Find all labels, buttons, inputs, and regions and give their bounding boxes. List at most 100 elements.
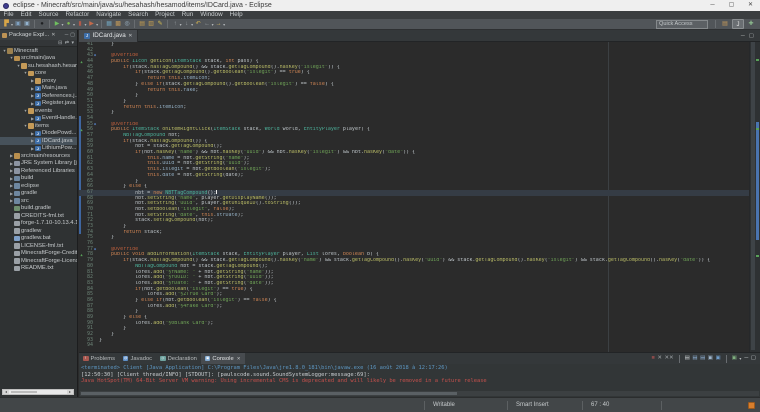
java-ee-perspective-button[interactable]: ▤ xyxy=(719,19,731,29)
tree-item[interactable]: ▶JMain.java xyxy=(0,85,77,93)
pin-console-icon[interactable]: ▣ xyxy=(708,354,713,363)
remove-launch-icon[interactable]: ✕ xyxy=(657,354,662,363)
display-selected-console-icon[interactable]: ▣ xyxy=(715,354,720,363)
debug-icon[interactable]: ● xyxy=(65,20,73,29)
tree-item[interactable]: MinecraftForge-Licens xyxy=(0,257,77,265)
new-wizard-icon[interactable]: ▛ xyxy=(3,20,11,29)
minimize-button[interactable]: ─ xyxy=(703,0,722,11)
menu-item-help[interactable]: Help xyxy=(226,11,246,19)
menu-item-file[interactable]: File xyxy=(0,11,17,19)
external-tools-icon[interactable]: ▶ xyxy=(88,20,96,29)
scroll-left-icon[interactable]: ◂ xyxy=(3,390,9,394)
menu-item-window[interactable]: Window xyxy=(197,11,226,19)
scroll-lock-icon[interactable]: ▤ xyxy=(692,354,697,363)
open-console-icon[interactable]: ▣ xyxy=(732,354,737,363)
launch-client-icon[interactable]: ● xyxy=(38,20,46,29)
export-icon[interactable]: ▥ xyxy=(147,20,155,29)
tree-item[interactable]: ▼src/main/java xyxy=(0,55,77,63)
menu-item-run[interactable]: Run xyxy=(178,11,197,19)
tree-item[interactable]: ▶build xyxy=(0,175,77,183)
collapse-all-icon[interactable]: ⊟ xyxy=(58,40,62,47)
coverage-icon[interactable]: ▮ xyxy=(76,20,84,29)
package-explorer-header[interactable]: Package Expl... ✕ ─▢ xyxy=(0,30,77,40)
tree-item[interactable]: gradlew.bat xyxy=(0,235,77,243)
code-line[interactable]: 94 xyxy=(79,343,749,349)
tree-item[interactable]: gradlew xyxy=(0,227,77,235)
remove-all-launches-icon[interactable]: ✕✕ xyxy=(664,354,673,363)
editor-vertical-scrollbar[interactable] xyxy=(749,42,760,352)
notification-icon[interactable] xyxy=(748,402,755,409)
word-wrap-icon[interactable]: ▤ xyxy=(700,354,705,363)
next-annotation-icon[interactable]: ↓ xyxy=(183,20,191,29)
tree-item[interactable]: ▶eclipse xyxy=(0,182,77,190)
menu-item-refactor[interactable]: Refactor xyxy=(62,11,93,19)
tree-item[interactable]: LICENSE-fml.txt xyxy=(0,242,77,250)
save-icon[interactable]: ▣ xyxy=(14,20,22,29)
scrollbar-thumb[interactable] xyxy=(751,42,755,350)
tree-item[interactable]: ▶gradle xyxy=(0,190,77,198)
menu-item-search[interactable]: Search xyxy=(125,11,152,19)
view-menu-icon[interactable]: ▾ xyxy=(71,40,74,47)
view-tab-console[interactable]: ▣Console✕ xyxy=(201,353,245,364)
maximize-view-icon[interactable]: ▢ xyxy=(70,32,75,38)
tree-item[interactable]: ▼events xyxy=(0,107,77,115)
scroll-right-icon[interactable]: ▸ xyxy=(67,390,73,394)
tree-item[interactable]: ▶JRE System Library [jre1 xyxy=(0,160,77,168)
minimize-view-icon[interactable]: ─ xyxy=(741,33,745,39)
tree-item[interactable]: CREDITS-fml.txt xyxy=(0,212,77,220)
tree-item[interactable]: ▶JIDCard.java xyxy=(0,137,77,145)
import-icon[interactable]: ▤ xyxy=(138,20,146,29)
console-horizontal-scrollbar[interactable] xyxy=(80,391,759,396)
tree-item[interactable]: ▶src/main/resources xyxy=(0,152,77,160)
quick-access-input[interactable]: Quick Access xyxy=(656,20,708,29)
minimize-view-icon[interactable]: ─ xyxy=(744,354,748,363)
open-type-icon[interactable]: ◎ xyxy=(123,20,131,29)
mark-occurrences-icon[interactable]: ✎ xyxy=(156,20,164,29)
tree-item[interactable]: ▼su.hesahash.hesamo xyxy=(0,62,77,70)
maximize-view-icon[interactable]: ▢ xyxy=(749,33,754,39)
view-tab-declaration[interactable]: ◇Declaration xyxy=(156,353,201,364)
explorer-horizontal-scrollbar[interactable]: ◂ ▸ xyxy=(2,389,74,395)
close-icon[interactable]: ✕ xyxy=(237,356,241,362)
new-java-project-icon[interactable]: ▦ xyxy=(105,20,113,29)
code-editor[interactable]: 41 }4243● @Override▲44 public IIcon getI… xyxy=(79,42,749,352)
menu-item-navigate[interactable]: Navigate xyxy=(93,11,125,19)
terminate-icon[interactable]: ■ xyxy=(652,354,655,363)
tree-item[interactable]: ▶JEventHandle... xyxy=(0,115,77,123)
tree-item[interactable]: ▶src xyxy=(0,197,77,205)
tree-item[interactable]: README.txt xyxy=(0,265,77,273)
clear-console-icon[interactable]: ▤ xyxy=(685,354,690,363)
menu-item-project[interactable]: Project xyxy=(152,11,179,19)
scrollbar-thumb[interactable] xyxy=(11,391,37,393)
close-button[interactable]: ✕ xyxy=(741,0,760,11)
tree-item[interactable]: forge-1.7.10-10.13.4.161 xyxy=(0,220,77,228)
tree-item[interactable]: MinecraftForge-Credits xyxy=(0,250,77,258)
tree-item[interactable]: ▶Referenced Libraries xyxy=(0,167,77,175)
view-tab-problems[interactable]: !Problems xyxy=(79,353,119,364)
view-tab-javadoc[interactable]: @Javadoc xyxy=(119,353,156,364)
forward-icon[interactable]: → xyxy=(215,20,223,29)
back-icon[interactable]: ← xyxy=(203,20,211,29)
new-package-icon[interactable]: ▩ xyxy=(114,20,122,29)
scrollbar-thumb[interactable] xyxy=(81,392,457,395)
tree-item[interactable]: ▼core xyxy=(0,70,77,78)
maximize-button[interactable]: ▢ xyxy=(722,0,741,11)
last-edit-location-icon[interactable]: ↶ xyxy=(194,20,202,29)
save-all-icon[interactable]: ▣ xyxy=(23,20,31,29)
close-icon[interactable]: ✕ xyxy=(51,32,55,38)
minimize-view-icon[interactable]: ─ xyxy=(65,32,69,38)
editor-tab-idcard[interactable]: J IDCard.java ✕ xyxy=(79,30,138,42)
tree-item[interactable]: ▶JRegister.java xyxy=(0,100,77,108)
tree-item[interactable]: ▼items xyxy=(0,122,77,130)
previous-annotation-icon[interactable]: ↑ xyxy=(171,20,179,29)
run-icon[interactable]: ▶ xyxy=(53,20,61,29)
menu-item-edit[interactable]: Edit xyxy=(17,11,35,19)
java-perspective-button[interactable]: J xyxy=(732,19,744,29)
maximize-view-icon[interactable]: ▢ xyxy=(751,354,756,363)
tree-item[interactable]: ▶proxy xyxy=(0,77,77,85)
tree-item[interactable]: build.gradle xyxy=(0,205,77,213)
tree-item[interactable]: ▶JReferences.j... xyxy=(0,92,77,100)
close-icon[interactable]: ✕ xyxy=(128,33,132,39)
tree-item[interactable]: ▶JDiodePowd... xyxy=(0,130,77,138)
tree-item[interactable]: ▶JLithiumPow... xyxy=(0,145,77,153)
